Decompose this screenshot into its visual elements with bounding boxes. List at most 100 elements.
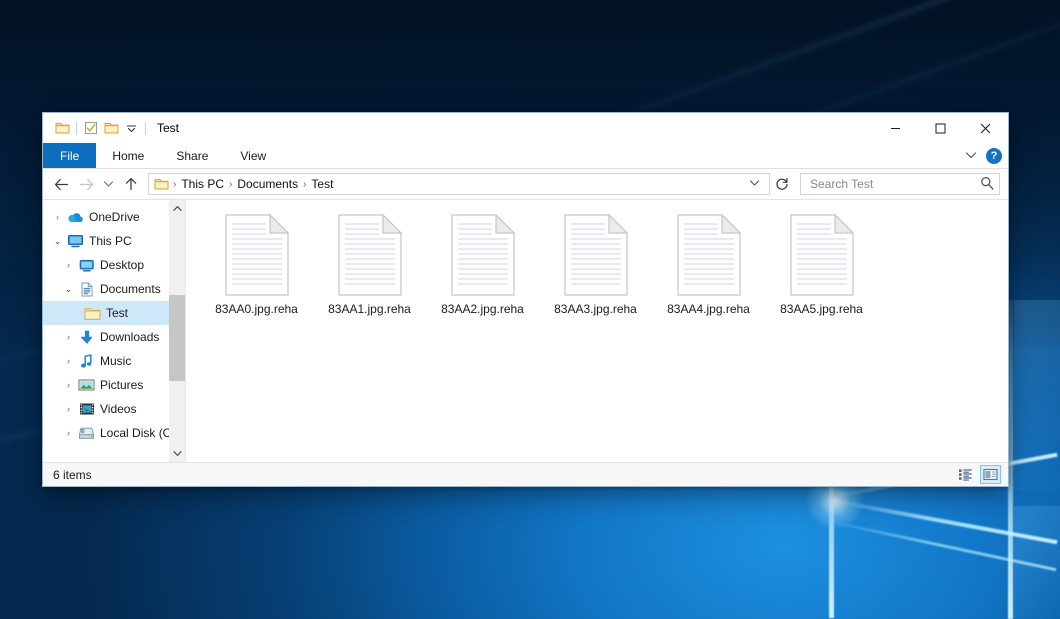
up-button[interactable] xyxy=(118,172,143,196)
ribbon-right-controls: ? xyxy=(965,143,1002,169)
sidebar-item-label: Downloads xyxy=(100,330,159,344)
file-name-label: 83AA0.jpg.reha xyxy=(215,302,298,316)
sidebar-item-downloads[interactable]: › Downloads xyxy=(43,325,185,349)
item-count-label: 6 items xyxy=(53,468,92,482)
file-name-label: 83AA2.jpg.reha xyxy=(441,302,524,316)
scroll-down-arrow-icon[interactable] xyxy=(169,445,185,462)
document-icon xyxy=(338,214,402,296)
expand-ribbon-chevron-down-icon[interactable] xyxy=(965,149,977,163)
sidebar-item-label: This PC xyxy=(89,234,132,248)
breadcrumb-item-this-pc[interactable]: This PC xyxy=(177,177,228,191)
tab-file[interactable]: File xyxy=(43,143,96,168)
sidebar-item-label: Test xyxy=(106,306,128,320)
document-icon xyxy=(790,214,854,296)
file-item[interactable]: 83AA1.jpg.reha xyxy=(313,212,426,316)
chevron-right-icon[interactable]: › xyxy=(60,332,77,342)
window-title: Test xyxy=(157,121,179,135)
chevron-down-icon[interactable]: ⌄ xyxy=(60,284,77,295)
chevron-right-icon[interactable]: › xyxy=(60,356,77,366)
navigation-scrollbar[interactable] xyxy=(169,200,185,462)
large-icons-view-button[interactable] xyxy=(980,465,1001,484)
file-item[interactable]: 83AA0.jpg.reha xyxy=(200,212,313,316)
file-name-label: 83AA1.jpg.reha xyxy=(328,302,411,316)
chevron-right-icon[interactable]: › xyxy=(60,404,77,414)
close-button[interactable] xyxy=(963,113,1008,143)
search-input[interactable] xyxy=(808,176,980,192)
new-folder-icon[interactable] xyxy=(101,118,121,138)
address-bar: › This PC › Documents › Test xyxy=(43,169,1008,199)
document-icon xyxy=(451,214,515,296)
chevron-right-icon[interactable]: › xyxy=(60,380,77,390)
toolbar-separator xyxy=(145,122,146,135)
sidebar-item-onedrive[interactable]: › OneDrive xyxy=(43,205,185,229)
file-name-label: 83AA4.jpg.reha xyxy=(667,302,750,316)
refresh-button[interactable] xyxy=(771,173,793,195)
desktop: Test File Home Share View xyxy=(0,0,1060,619)
sidebar-item-desktop[interactable]: › Desktop xyxy=(43,253,185,277)
file-item[interactable]: 83AA3.jpg.reha xyxy=(539,212,652,316)
breadcrumb-item-documents[interactable]: Documents xyxy=(233,177,302,191)
tab-share[interactable]: Share xyxy=(160,143,224,168)
sidebar-item-label: Music xyxy=(100,354,131,368)
breadcrumb-item-test[interactable]: Test xyxy=(307,177,337,191)
breadcrumb-folder-icon xyxy=(154,177,169,191)
scrollbar-thumb[interactable] xyxy=(169,295,185,382)
pictures-icon xyxy=(77,377,96,393)
tab-view[interactable]: View xyxy=(224,143,282,168)
breadcrumb-dropdown-chevron-down-icon[interactable] xyxy=(743,179,766,189)
search-box[interactable] xyxy=(800,173,1000,195)
file-name-label: 83AA5.jpg.reha xyxy=(780,302,863,316)
file-item[interactable]: 83AA4.jpg.reha xyxy=(652,212,765,316)
sidebar-item-local-disk-c[interactable]: › Local Disk (C:) xyxy=(43,421,185,445)
sidebar-item-label: Local Disk (C:) xyxy=(100,426,179,440)
back-button[interactable] xyxy=(49,172,74,196)
sidebar-item-this-pc[interactable]: ⌄ This PC xyxy=(43,229,185,253)
sidebar-item-label: Pictures xyxy=(100,378,143,392)
download-icon xyxy=(77,329,96,345)
sidebar-item-label: OneDrive xyxy=(89,210,140,224)
chevron-down-icon[interactable] xyxy=(121,118,141,138)
sidebar-item-label: Videos xyxy=(100,402,136,416)
file-item[interactable]: 83AA2.jpg.reha xyxy=(426,212,539,316)
documents-icon xyxy=(77,281,96,297)
folder-icon xyxy=(83,305,102,321)
properties-icon[interactable] xyxy=(81,118,101,138)
chevron-right-icon[interactable]: › xyxy=(60,260,77,270)
sidebar-item-pictures[interactable]: › Pictures xyxy=(43,373,185,397)
scroll-up-arrow-icon[interactable] xyxy=(169,200,185,217)
breadcrumb[interactable]: › This PC › Documents › Test xyxy=(148,173,770,195)
view-mode-buttons xyxy=(955,465,1001,484)
maximize-button[interactable] xyxy=(918,113,963,143)
file-name-label: 83AA3.jpg.reha xyxy=(554,302,637,316)
minimize-button[interactable] xyxy=(873,113,918,143)
sidebar-item-music[interactable]: › Music xyxy=(43,349,185,373)
forward-button xyxy=(74,172,99,196)
title-bar: Test xyxy=(43,113,1008,143)
chevron-down-icon[interactable]: ⌄ xyxy=(49,236,66,247)
sidebar-item-videos[interactable]: › xyxy=(43,397,185,421)
file-explorer-window: Test File Home Share View xyxy=(42,112,1009,487)
drive-icon xyxy=(77,425,96,441)
quick-access-toolbar xyxy=(43,118,150,138)
desktop-icon xyxy=(77,257,96,273)
folder-icon[interactable] xyxy=(52,118,72,138)
tab-home[interactable]: Home xyxy=(96,143,160,168)
file-list-view[interactable]: 83AA0.jpg.reha 83AA1.jpg.reha xyxy=(186,200,1008,462)
recent-locations-chevron-down-icon[interactable] xyxy=(99,172,118,196)
sidebar-item-documents[interactable]: ⌄ Documents xyxy=(43,277,185,301)
help-icon[interactable]: ? xyxy=(986,148,1002,164)
toolbar-separator xyxy=(76,122,77,135)
chevron-right-icon[interactable]: › xyxy=(60,428,77,438)
status-bar: 6 items xyxy=(43,462,1008,486)
chevron-right-icon[interactable]: › xyxy=(49,212,66,222)
document-icon xyxy=(225,214,289,296)
search-icon[interactable] xyxy=(980,176,994,193)
file-item[interactable]: 83AA5.jpg.reha xyxy=(765,212,878,316)
details-view-button[interactable] xyxy=(955,465,976,484)
videos-icon xyxy=(77,401,96,417)
sidebar-item-label: Desktop xyxy=(100,258,144,272)
scrollbar-track[interactable] xyxy=(169,217,185,445)
monitor-icon xyxy=(66,233,85,249)
navigation-pane: › OneDrive ⌄ xyxy=(43,200,186,462)
sidebar-item-test[interactable]: Test xyxy=(43,301,185,325)
